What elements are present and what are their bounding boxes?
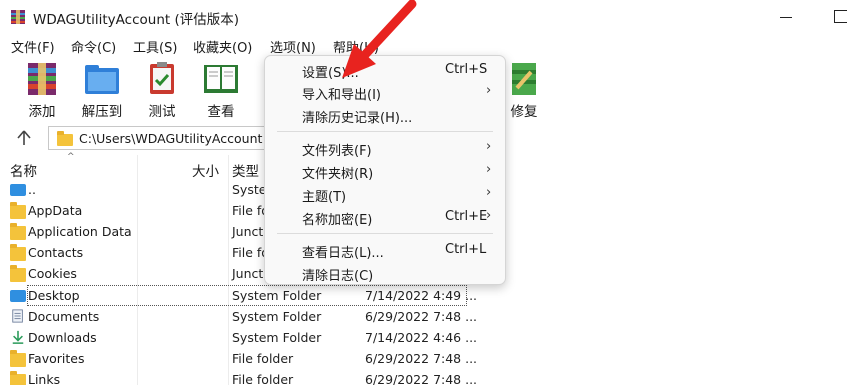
archive-add-icon [28, 63, 56, 95]
menu-item-shortcut: Ctrl+L [445, 242, 487, 257]
menu-item-label: 查看日志(L)... [302, 246, 384, 261]
extract-to-label: 解压到 [81, 104, 123, 120]
menu-item-import-export[interactable]: 导入和导出(I) › [265, 81, 505, 103]
file-date: 6/29/2022 7:48 ... [365, 309, 478, 324]
repair-icon [512, 63, 536, 95]
view-label: 查看 [207, 104, 235, 120]
menu-item-label: 导入和导出(I) [302, 88, 381, 103]
menu-bar: 文件(F) 命令(C) 工具(S) 收藏夹(O) 选项(N) 帮助(H) [0, 34, 847, 56]
chevron-right-icon: › [486, 162, 492, 177]
chevron-right-icon: › [486, 139, 492, 154]
folder-icon [10, 265, 26, 282]
file-date: 7/14/2022 4:49 ... [365, 288, 478, 303]
file-name: Downloads [28, 330, 97, 345]
file-name: Documents [28, 309, 100, 324]
file-type: File folder [232, 351, 294, 366]
file-date: 6/29/2022 7:48 ... [365, 372, 478, 385]
file-row-documents[interactable]: Documents System Folder 6/29/2022 7:48 .… [0, 306, 847, 327]
menu-item-themes[interactable]: 主题(T) › [265, 183, 505, 205]
test-clipboard-icon [150, 62, 174, 94]
book-view-icon [204, 65, 238, 93]
sort-ascending-icon: ^ [67, 152, 75, 162]
menu-item-label: 主题(T) [302, 190, 347, 205]
file-type: System Folder [232, 288, 322, 303]
download-arrow-icon [12, 330, 24, 344]
address-path: C:\Users\WDAGUtilityAccount [79, 131, 263, 146]
file-type: System Folder [232, 330, 322, 345]
folder-icon [10, 371, 26, 385]
file-name: Cookies [28, 266, 77, 281]
file-date: 7/14/2022 4:46 ... [365, 330, 478, 345]
menu-item-folder-tree[interactable]: 文件夹树(R) › [265, 160, 505, 182]
file-name: Contacts [28, 245, 84, 260]
file-name: Application Data [28, 224, 132, 239]
menu-item-file-list[interactable]: 文件列表(F) › [265, 137, 505, 159]
file-row-desktop[interactable]: Desktop System Folder 7/14/2022 4:49 ... [0, 285, 847, 306]
menu-item-label: 文件夹树(R) [302, 167, 374, 182]
folder-icon [10, 223, 26, 240]
file-type: System Folder [232, 309, 322, 324]
file-row-downloads[interactable]: Downloads System Folder 7/14/2022 4:46 .… [0, 327, 847, 348]
menu-item-shortcut: Ctrl+S [445, 62, 488, 77]
extract-to-button[interactable]: 解压到 [74, 60, 130, 120]
file-name: .. [28, 182, 36, 197]
folder-icon [10, 244, 26, 261]
chevron-right-icon: › [486, 185, 492, 200]
folder-icon [10, 202, 26, 219]
folder-icon [57, 131, 73, 146]
add-label: 添加 [28, 104, 56, 120]
minimize-icon[interactable] [780, 17, 792, 18]
folder-icon [10, 350, 26, 367]
menu-commands[interactable]: 命令(C) [71, 37, 116, 56]
menu-item-clear-log[interactable]: 清除日志(C) [265, 262, 505, 284]
file-row-favorites[interactable]: Favorites File folder 6/29/2022 7:48 ... [0, 348, 847, 369]
column-header-name[interactable]: 名称 [10, 160, 37, 180]
menu-item-clear-history[interactable]: 清除历史记录(H)... [265, 104, 505, 126]
menu-options[interactable]: 选项(N) [270, 37, 316, 56]
parent-folder-icon [10, 184, 26, 196]
column-header-type[interactable]: 类型 [232, 160, 259, 180]
menu-item-label: 名称加密(E) [302, 213, 373, 228]
file-date: 6/29/2022 7:48 ... [365, 351, 478, 366]
file-row-links[interactable]: Links File folder 6/29/2022 7:48 ... [0, 369, 847, 385]
options-menu: 设置(S)... Ctrl+S 导入和导出(I) › 清除历史记录(H)... … [264, 55, 506, 285]
menu-item-view-log[interactable]: 查看日志(L)... Ctrl+L [265, 239, 505, 261]
maximize-icon[interactable] [834, 10, 847, 23]
menu-item-label: 文件列表(F) [302, 144, 372, 159]
file-type: File folder [232, 372, 294, 385]
menu-item-shortcut: Ctrl+E [445, 209, 488, 224]
column-header-size[interactable]: 大小 [192, 160, 219, 180]
folder-extract-icon [85, 65, 119, 94]
chevron-right-icon: › [486, 83, 492, 98]
menu-item-name-encryption[interactable]: 名称加密(E) Ctrl+E › [265, 206, 505, 228]
test-label: 测试 [148, 104, 176, 120]
menu-file[interactable]: 文件(F) [11, 37, 55, 56]
menu-item-label: 清除日志(C) [302, 269, 374, 284]
test-button[interactable]: 测试 [134, 60, 190, 120]
file-name: AppData [28, 203, 83, 218]
annotation-arrow-icon [342, 0, 417, 78]
menu-favorites[interactable]: 收藏夹(O) [193, 37, 252, 56]
chevron-right-icon: › [486, 208, 492, 223]
file-name: Links [28, 372, 61, 385]
menu-separator [277, 131, 493, 132]
title-bar: WDAGUtilityAccount (评估版本) [0, 0, 847, 34]
address-field[interactable]: C:\Users\WDAGUtilityAccount [48, 126, 268, 150]
documents-icon [12, 309, 23, 323]
winrar-app-icon [11, 10, 25, 24]
file-name: Favorites [28, 351, 85, 366]
menu-separator [277, 233, 493, 234]
view-button[interactable]: 查看 [193, 60, 249, 120]
up-arrow-icon[interactable] [14, 128, 34, 148]
add-button[interactable]: 添加 [14, 60, 70, 120]
menu-tools[interactable]: 工具(S) [133, 37, 177, 56]
desktop-folder-icon [10, 290, 26, 302]
menu-item-label: 清除历史记录(H)... [302, 111, 413, 126]
window-title: WDAGUtilityAccount (评估版本) [33, 12, 240, 28]
file-name: Desktop [28, 288, 80, 303]
